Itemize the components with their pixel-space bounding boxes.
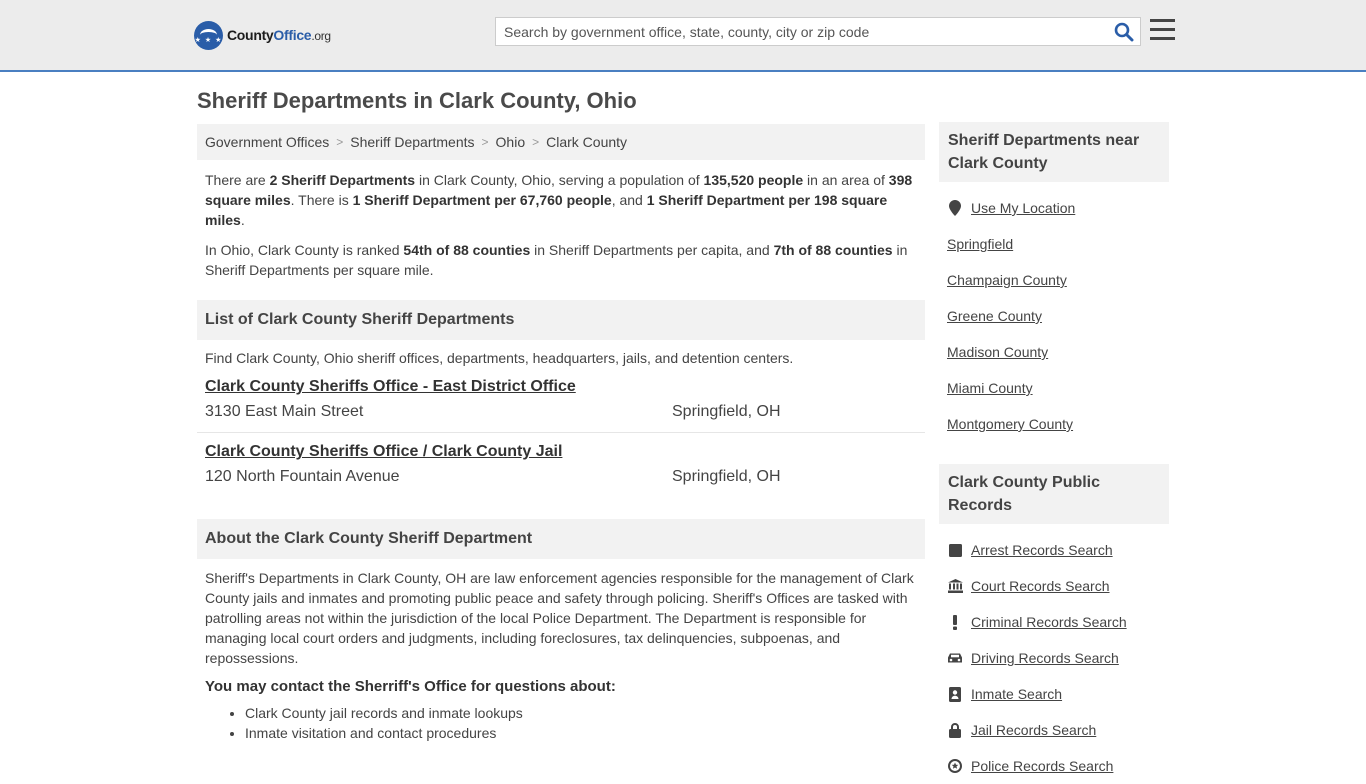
police-icon (947, 758, 963, 774)
intro-ranking: In Ohio, Clark County is ranked 54th of … (205, 242, 908, 278)
nearby-link[interactable]: Champaign County (947, 272, 1067, 288)
list-intro: Find Clark County, Ohio sheriff offices,… (205, 350, 794, 366)
breadcrumb-ohio[interactable]: Ohio (496, 134, 526, 150)
contact-topics-list: Clark County jail records and inmate loo… (197, 703, 925, 743)
records-link[interactable]: Court Records Search (971, 578, 1110, 594)
search-input[interactable] (496, 18, 1106, 45)
sidebar-item-inmate: Inmate Search (939, 676, 1169, 712)
lock-icon (947, 722, 963, 738)
nearby-list: Use My Location Springfield Champaign Co… (939, 190, 1169, 442)
nearby-link[interactable]: Madison County (947, 344, 1048, 360)
nearby-link[interactable]: Miami County (947, 380, 1033, 396)
breadcrumb: Government Offices > Sheriff Departments… (197, 124, 925, 160)
breadcrumb-separator-icon: > (481, 135, 489, 149)
contact-heading: You may contact the Sherriff's Office fo… (205, 678, 616, 695)
records-list: Arrest Records Search Court Records Sear… (939, 532, 1169, 784)
nearby-link[interactable]: Greene County (947, 308, 1042, 324)
records-heading: Clark County Public Records (939, 464, 1169, 524)
records-link[interactable]: Jail Records Search (971, 722, 1096, 738)
search-icon[interactable] (1114, 22, 1134, 42)
logo-text: CountyOffice.org (227, 27, 331, 43)
records-link[interactable]: Police Records Search (971, 758, 1113, 774)
hamburger-menu-icon[interactable] (1150, 19, 1175, 42)
car-icon (947, 650, 963, 666)
map-marker-icon (947, 200, 963, 216)
about-heading: About the Clark County Sheriff Departmen… (197, 519, 925, 559)
about-text: Sheriff's Departments in Clark County, O… (205, 570, 914, 666)
sidebar-item-court: Court Records Search (939, 568, 1169, 604)
office-address: 3130 East Main Street (205, 403, 364, 420)
sidebar-item-miami: Miami County (939, 370, 1169, 406)
sidebar-item-montgomery: Montgomery County (939, 406, 1169, 442)
sidebar-item-madison: Madison County (939, 334, 1169, 370)
breadcrumb-separator-icon: > (532, 135, 540, 149)
records-link[interactable]: Criminal Records Search (971, 614, 1127, 630)
sidebar-item-springfield: Springfield (939, 226, 1169, 262)
office-row: Clark County Sheriffs Office / Clark Cou… (197, 433, 925, 498)
site-logo[interactable]: ★ ★ ★ CountyOffice.org (194, 20, 331, 50)
sidebar-item-police: Police Records Search (939, 748, 1169, 784)
nearby-heading: Sheriff Departments near Clark County (939, 122, 1169, 182)
list-heading: List of Clark County Sheriff Departments (197, 300, 925, 340)
office-name-link[interactable]: Clark County Sheriffs Office - East Dist… (205, 378, 576, 396)
records-link[interactable]: Driving Records Search (971, 650, 1119, 666)
records-link[interactable]: Inmate Search (971, 686, 1062, 702)
office-city: Springfield, OH (672, 403, 781, 420)
breadcrumb-government-offices[interactable]: Government Offices (205, 134, 329, 150)
sidebar-item-criminal: Criminal Records Search (939, 604, 1169, 640)
breadcrumb-separator-icon: > (336, 135, 344, 149)
logo-badge-icon: ★ ★ ★ (194, 20, 223, 50)
nearby-link[interactable]: Montgomery County (947, 416, 1073, 432)
exclamation-icon (947, 614, 963, 630)
sidebar-item-driving: Driving Records Search (939, 640, 1169, 676)
office-city: Springfield, OH (672, 468, 781, 485)
nearby-link[interactable]: Springfield (947, 236, 1013, 252)
intro-summary: There are 2 Sheriff Departments in Clark… (205, 172, 913, 228)
office-name-link[interactable]: Clark County Sheriffs Office / Clark Cou… (205, 443, 562, 461)
sidebar-item-arrest: Arrest Records Search (939, 532, 1169, 568)
main-content: Government Offices > Sheriff Departments… (197, 124, 925, 743)
use-location-item: Use My Location (939, 190, 1169, 226)
breadcrumb-clark-county[interactable]: Clark County (546, 134, 627, 150)
breadcrumb-sheriff-departments[interactable]: Sheriff Departments (350, 134, 474, 150)
sidebar-item-champaign: Champaign County (939, 262, 1169, 298)
office-row: Clark County Sheriffs Office - East Dist… (197, 368, 925, 433)
sidebar-records: Clark County Public Records Arrest Recor… (939, 464, 1169, 784)
courthouse-icon (947, 578, 963, 594)
search-bar (495, 17, 1141, 46)
sidebar-item-greene: Greene County (939, 298, 1169, 334)
use-my-location-link[interactable]: Use My Location (971, 200, 1075, 216)
records-link[interactable]: Arrest Records Search (971, 542, 1113, 558)
list-item: Clark County jail records and inmate loo… (245, 703, 925, 723)
square-icon (947, 542, 963, 558)
site-header: ★ ★ ★ CountyOffice.org (0, 0, 1366, 72)
sidebar-item-jail: Jail Records Search (939, 712, 1169, 748)
office-address: 120 North Fountain Avenue (205, 468, 400, 485)
id-card-icon (947, 686, 963, 702)
page-title: Sheriff Departments in Clark County, Ohi… (197, 88, 637, 113)
sidebar-nearby: Sheriff Departments near Clark County Us… (939, 122, 1169, 442)
list-item: Inmate visitation and contact procedures (245, 723, 925, 743)
